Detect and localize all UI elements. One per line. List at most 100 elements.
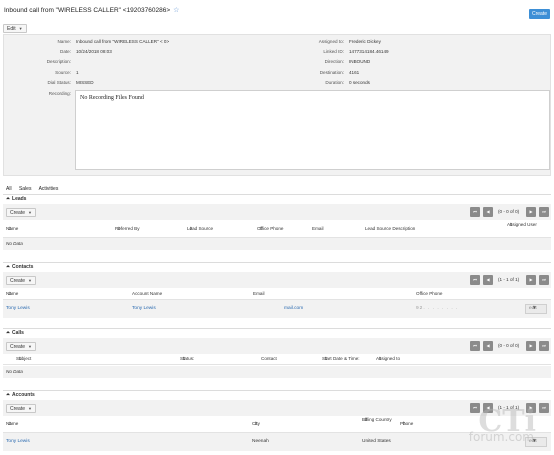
contact-email-link[interactable]: mail.com bbox=[284, 306, 303, 311]
caret-down-icon[interactable]: ▼ bbox=[19, 26, 23, 31]
leads-header[interactable]: ⏶ Leads bbox=[3, 194, 551, 202]
caret-down-icon[interactable]: ▼ bbox=[28, 406, 32, 411]
leads-count: (0 - 0 of 0) bbox=[498, 209, 520, 214]
contact-phone: 92. . . . . . . . bbox=[416, 306, 459, 311]
sort-icon[interactable]: ⇕ bbox=[378, 356, 382, 362]
accounts-create-button[interactable]: Create ▼ bbox=[6, 404, 36, 413]
sort-icon[interactable]: ⇕ bbox=[8, 226, 12, 232]
calls-header[interactable]: ⏶ Calls bbox=[3, 328, 551, 336]
contacts-create-button[interactable]: Create ▼ bbox=[6, 276, 36, 285]
collapse-arrow-icon[interactable]: ⏶ bbox=[6, 264, 10, 270]
caret-down-icon[interactable]: ▼ bbox=[28, 210, 32, 215]
last-page-icon[interactable]: ⏭ bbox=[539, 403, 549, 413]
contact-name-link[interactable]: Tony Lewis bbox=[6, 306, 30, 311]
calls-empty: No Data bbox=[3, 366, 551, 378]
linked-id-label: Linked ID: bbox=[323, 49, 344, 54]
prev-page-icon[interactable]: ◀ bbox=[483, 275, 493, 285]
accounts-toolbar: Create ▼ ⏮ ◀ (1 - 1 of 1) ▶ ⏭ bbox=[3, 400, 551, 416]
calls-count: (0 - 0 of 0) bbox=[498, 343, 520, 348]
account-name-link[interactable]: Tony Lewis bbox=[132, 306, 156, 311]
tab-sales[interactable]: Sales bbox=[19, 186, 32, 192]
sort-icon[interactable]: ⇕ bbox=[402, 421, 406, 427]
col-contact: Contact bbox=[261, 356, 277, 361]
caret-down-icon[interactable]: ▼ bbox=[28, 278, 32, 283]
accounts-create-label[interactable]: Create bbox=[10, 406, 25, 412]
date-value: 10/24/2018 08:03 bbox=[76, 49, 112, 54]
col-email: Email bbox=[253, 291, 265, 296]
recording-label: Recording: bbox=[48, 91, 71, 96]
next-page-icon[interactable]: ▶ bbox=[526, 341, 536, 351]
source-value: 1 bbox=[76, 70, 79, 75]
sort-icon[interactable]: ⇕ bbox=[254, 421, 258, 427]
sort-icon[interactable]: ⇕ bbox=[259, 226, 263, 232]
dial-status-label: Dial Status: bbox=[47, 80, 72, 85]
linked-id-value: 1477314184.46149 bbox=[349, 49, 389, 54]
first-page-icon[interactable]: ⏮ bbox=[470, 207, 480, 217]
next-page-icon[interactable]: ▶ bbox=[526, 207, 536, 217]
leads-create-button[interactable]: Create ▼ bbox=[6, 208, 36, 217]
assigned-to-value: Frederic Dickey bbox=[349, 39, 381, 44]
sort-icon[interactable]: ⇕ bbox=[117, 226, 121, 232]
tab-all[interactable]: All bbox=[6, 186, 12, 192]
dial-status-value: MISSED bbox=[76, 80, 94, 85]
direction-value: INBOUND bbox=[349, 59, 371, 64]
create-button[interactable]: Create bbox=[529, 9, 550, 19]
subpanel-tabs: All Sales Activities bbox=[6, 186, 64, 192]
sort-icon[interactable]: ⇕ bbox=[8, 421, 12, 427]
contacts-create-label[interactable]: Create bbox=[10, 278, 25, 284]
edit-button: Edit ▼ bbox=[3, 24, 27, 33]
calls-column-header: Subject ⇕ Status: ⇕ Contact Start Date & T… bbox=[3, 354, 551, 365]
description-label: Description: bbox=[46, 59, 71, 64]
collapse-arrow-icon[interactable]: ⏶ bbox=[6, 196, 10, 202]
prev-page-icon[interactable]: ◀ bbox=[483, 207, 493, 217]
caret-down-icon[interactable]: ▼ bbox=[532, 305, 537, 313]
sort-icon[interactable]: ⇕ bbox=[18, 356, 22, 362]
date-label: Date: bbox=[60, 49, 71, 54]
calls-create-label[interactable]: Create bbox=[10, 344, 25, 350]
caret-down-icon[interactable]: ▼ bbox=[28, 344, 32, 349]
first-page-icon[interactable]: ⏮ bbox=[470, 275, 480, 285]
sort-icon[interactable]: ⇕ bbox=[509, 222, 513, 228]
calls-toolbar: Create ▼ ⏮ ◀ (0 - 0 of 0) ▶ ⏭ bbox=[3, 338, 551, 354]
row-edit-button[interactable]: edit ▼ bbox=[525, 304, 547, 314]
first-page-icon[interactable]: ⏮ bbox=[470, 341, 480, 351]
calls-title: Calls bbox=[12, 330, 24, 336]
leads-create-label[interactable]: Create bbox=[10, 210, 25, 216]
favorite-star-icon[interactable]: ☆ bbox=[173, 7, 179, 14]
collapse-arrow-icon[interactable]: ⏶ bbox=[6, 392, 10, 398]
duration-label: Duration: bbox=[325, 80, 344, 85]
contacts-header[interactable]: ⏶ Contacts bbox=[3, 262, 551, 270]
last-page-icon[interactable]: ⏭ bbox=[539, 341, 549, 351]
next-page-icon[interactable]: ▶ bbox=[526, 275, 536, 285]
accounts-title: Accounts bbox=[12, 392, 35, 398]
sort-icon[interactable]: ⇕ bbox=[8, 291, 12, 297]
contacts-title: Contacts bbox=[12, 264, 34, 270]
sort-icon[interactable]: ⇕ bbox=[189, 226, 193, 232]
destination-label: Destination: bbox=[319, 70, 344, 75]
name-value: Inbound call from "WIRELESS CALLER" < 0> bbox=[76, 39, 170, 44]
account-name-link[interactable]: Tony Lewis bbox=[6, 439, 30, 444]
tab-activities[interactable]: Activities bbox=[39, 186, 59, 192]
col-lead-source-description: Lead Source Description bbox=[365, 226, 416, 231]
col-email: Email bbox=[312, 226, 324, 231]
collapse-arrow-icon[interactable]: ⏶ bbox=[6, 330, 10, 336]
last-page-icon[interactable]: ⏭ bbox=[539, 207, 549, 217]
col-account-name: Account Name bbox=[132, 291, 163, 296]
name-label: Name: bbox=[57, 39, 71, 44]
account-city: Neenah bbox=[252, 439, 269, 444]
accounts-header[interactable]: ⏶ Accounts bbox=[3, 390, 551, 398]
sort-icon[interactable]: ⇕ bbox=[182, 356, 186, 362]
leads-column-header: Name ⇕ Referred By ⇕ Lead Source ⇕ Office P… bbox=[3, 220, 551, 238]
edit-label[interactable]: Edit bbox=[7, 26, 16, 32]
sort-icon[interactable]: ⇕ bbox=[324, 356, 328, 362]
prev-page-icon[interactable]: ◀ bbox=[483, 341, 493, 351]
page-title: Inbound call from "WIRELESS CALLER" <192… bbox=[4, 6, 179, 14]
last-page-icon[interactable]: ⏭ bbox=[539, 275, 549, 285]
calls-create-button[interactable]: Create ▼ bbox=[6, 342, 36, 351]
detail-panel: Name: Inbound call from "WIRELESS CALLER… bbox=[3, 34, 551, 176]
edit-action-menu[interactable]: Edit ▼ bbox=[3, 24, 27, 33]
sort-icon[interactable]: ⇕ bbox=[364, 417, 368, 423]
direction-label: Direction: bbox=[324, 59, 344, 64]
source-label: Source: bbox=[55, 70, 71, 75]
record-title: Inbound call from "WIRELESS CALLER" <192… bbox=[4, 7, 171, 14]
